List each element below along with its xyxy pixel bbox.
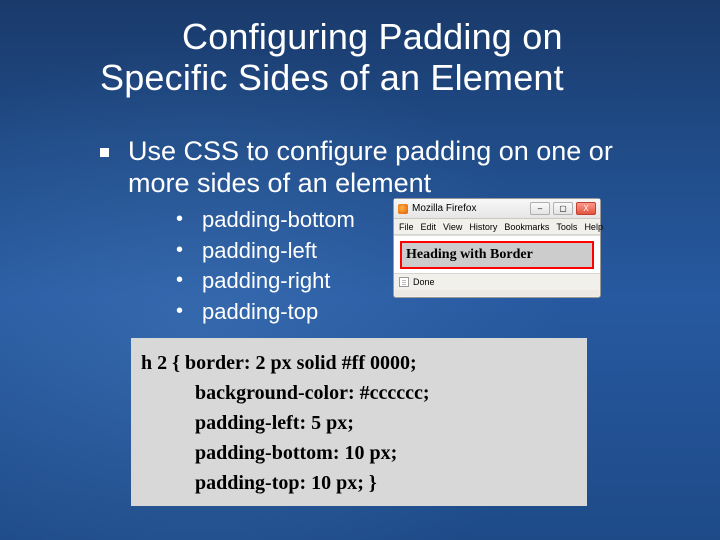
code-line: h 2 { border: 2 px solid #ff 0000;: [141, 348, 577, 378]
window-title: Mozilla Firefox: [412, 203, 476, 214]
document-icon: [399, 277, 409, 287]
window-titlebar[interactable]: Mozilla Firefox – ▢ X: [394, 199, 600, 219]
status-text: Done: [413, 277, 435, 287]
viewport: Heading with Border: [394, 235, 600, 273]
list-item: • padding-bottom: [176, 206, 355, 235]
window-buttons: – ▢ X: [530, 202, 596, 215]
menu-file[interactable]: File: [399, 222, 414, 232]
square-bullet-icon: [100, 148, 109, 157]
list-item: • padding-left: [176, 237, 355, 266]
list-item-label: padding-top: [202, 299, 318, 324]
dot-bullet-icon: •: [176, 267, 183, 293]
dot-bullet-icon: •: [176, 206, 183, 232]
bullet-level-2-list: • padding-bottom • padding-left • paddin…: [176, 206, 355, 328]
firefox-window: Mozilla Firefox – ▢ X File Edit View His…: [393, 198, 601, 298]
status-bar: Done: [394, 273, 600, 290]
list-item: • padding-right: [176, 267, 355, 296]
slide: Configuring Padding on Specific Sides of…: [0, 0, 720, 540]
menu-help[interactable]: Help: [584, 222, 603, 232]
slide-title: Configuring Padding on Specific Sides of…: [100, 16, 660, 99]
bullet-1-text: Use CSS to configure padding on one or m…: [128, 136, 613, 198]
title-line-2: Specific Sides of an Element: [100, 57, 660, 98]
list-item-label: padding-left: [202, 238, 317, 263]
code-line: padding-top: 10 px; }: [141, 468, 577, 498]
menu-bookmarks[interactable]: Bookmarks: [504, 222, 549, 232]
menu-tools[interactable]: Tools: [556, 222, 577, 232]
rendered-heading: Heading with Border: [400, 241, 594, 269]
close-button[interactable]: X: [576, 202, 596, 215]
code-line: padding-left: 5 px;: [141, 408, 577, 438]
menu-edit[interactable]: Edit: [421, 222, 437, 232]
code-line: background-color: #cccccc;: [141, 378, 577, 408]
firefox-icon: [398, 204, 408, 214]
code-line: padding-bottom: 10 px;: [141, 438, 577, 468]
menu-history[interactable]: History: [469, 222, 497, 232]
dot-bullet-icon: •: [176, 298, 183, 324]
list-item-label: padding-right: [202, 268, 330, 293]
dot-bullet-icon: •: [176, 237, 183, 263]
bullet-level-1: Use CSS to configure padding on one or m…: [128, 135, 650, 200]
menu-view[interactable]: View: [443, 222, 462, 232]
title-line-1: Configuring Padding on: [100, 16, 660, 57]
code-block: h 2 { border: 2 px solid #ff 0000; backg…: [131, 338, 587, 506]
maximize-button[interactable]: ▢: [553, 202, 573, 215]
minimize-button[interactable]: –: [530, 202, 550, 215]
list-item: • padding-top: [176, 298, 355, 327]
list-item-label: padding-bottom: [202, 207, 355, 232]
menu-bar: File Edit View History Bookmarks Tools H…: [394, 219, 600, 235]
